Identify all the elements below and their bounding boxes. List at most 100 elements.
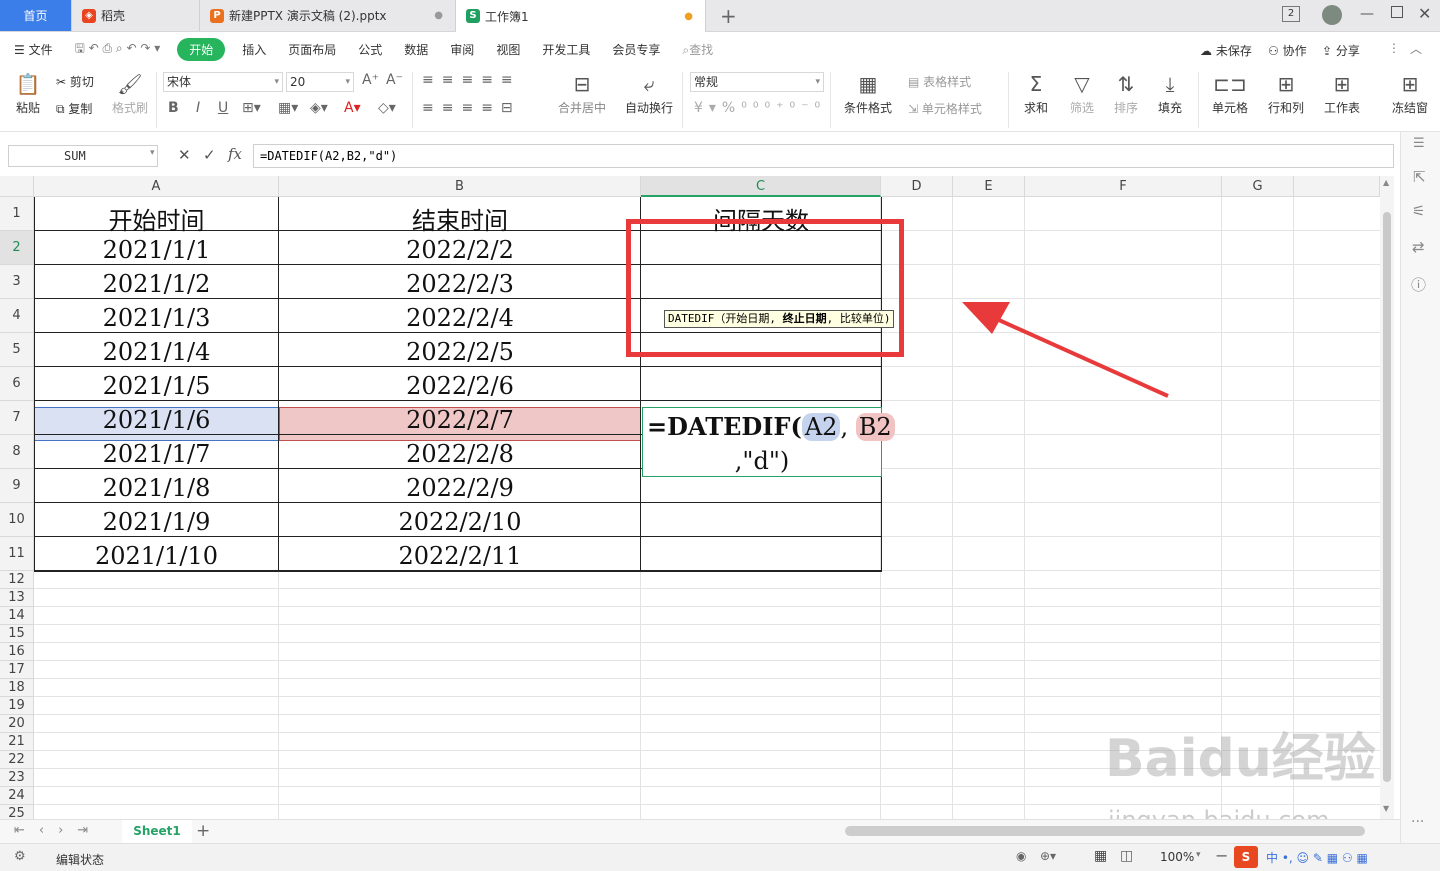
- menu-insert[interactable]: 插入: [231, 41, 277, 58]
- column-header-e[interactable]: E: [953, 176, 1025, 197]
- add-sheet-icon[interactable]: +: [196, 821, 210, 841]
- row-header[interactable]: 23: [0, 769, 34, 787]
- sheet-nav-icons[interactable]: ⇤‹›⇥: [14, 823, 102, 838]
- number-format-select[interactable]: 常规: [690, 72, 824, 92]
- avatar[interactable]: [1322, 5, 1342, 25]
- more-icon[interactable]: ⋮: [1388, 41, 1400, 55]
- align-top-icons[interactable]: ≡≡≡≡≡: [422, 72, 521, 88]
- tab-docer[interactable]: ◈ 稻壳: [72, 0, 200, 31]
- row-header[interactable]: 22: [0, 751, 34, 769]
- search-box[interactable]: ⌕查找: [671, 41, 724, 58]
- select-all-corner[interactable]: [0, 176, 34, 197]
- zoom-out-icon[interactable]: −: [1215, 846, 1228, 865]
- menu-page-layout[interactable]: 页面布局: [277, 41, 347, 58]
- row-header[interactable]: 14: [0, 607, 34, 625]
- restore-icon[interactable]: [1391, 6, 1403, 18]
- zoom-dropdown-icon[interactable]: ▾: [1196, 850, 1201, 860]
- close-tab-icon[interactable]: ●: [434, 10, 443, 21]
- menu-formula[interactable]: 公式: [347, 41, 393, 58]
- start-date-cell[interactable]: 2021/1/8: [34, 471, 279, 505]
- tab-pptx[interactable]: P 新建PPTX 演示文稿 (2).pptx ●: [200, 0, 456, 31]
- freeze-button[interactable]: ⊞ 冻结窗: [1386, 72, 1434, 116]
- copy-button[interactable]: ⧉ 复制: [56, 100, 92, 117]
- horizontal-scroll-thumb[interactable]: [845, 826, 1365, 836]
- scroll-up-icon[interactable]: ▲: [1383, 178, 1389, 187]
- row-header[interactable]: 24: [0, 787, 34, 805]
- italic-icon[interactable]: I: [196, 100, 200, 116]
- menu-data[interactable]: 数据: [393, 41, 439, 58]
- row-header[interactable]: 19: [0, 697, 34, 715]
- menu-start[interactable]: 开始: [177, 37, 226, 61]
- font-shrink-icon[interactable]: A⁻: [386, 72, 403, 88]
- conditional-format-button[interactable]: ▦ 条件格式: [838, 72, 898, 116]
- start-date-cell[interactable]: 2021/1/7: [34, 437, 279, 471]
- tab-workbook[interactable]: S 工作簿1 ●: [456, 0, 706, 32]
- row-header[interactable]: 4: [0, 299, 34, 333]
- column-header-c[interactable]: C: [641, 176, 881, 197]
- column-header-a[interactable]: A: [34, 176, 279, 197]
- row-header[interactable]: 21: [0, 733, 34, 751]
- cut-button[interactable]: ✂ 剪切: [56, 73, 94, 90]
- row-col-button[interactable]: ⊞ 行和列: [1262, 72, 1310, 116]
- row-header[interactable]: 8: [0, 435, 34, 469]
- column-header-h[interactable]: [1294, 176, 1380, 197]
- column-header-g[interactable]: G: [1222, 176, 1294, 197]
- end-date-cell[interactable]: 2022/2/8: [279, 437, 641, 471]
- select-pointer-icon[interactable]: ⇱: [1413, 168, 1426, 186]
- row-header[interactable]: 11: [0, 537, 34, 571]
- row-header[interactable]: 1: [0, 197, 34, 231]
- font-grow-icon[interactable]: A⁺: [362, 72, 379, 88]
- row-header[interactable]: 7: [0, 401, 34, 435]
- row-header[interactable]: 5: [0, 333, 34, 367]
- fx-icon[interactable]: fx: [228, 145, 242, 163]
- start-date-cell[interactable]: 2021/1/9: [34, 505, 279, 539]
- collab-button[interactable]: ⚇ 协作: [1268, 42, 1307, 59]
- end-date-cell[interactable]: 2022/2/9: [279, 471, 641, 505]
- border-icon[interactable]: ⊞▾: [242, 100, 261, 116]
- wrap-text-button[interactable]: ⤶ 自动换行: [622, 72, 676, 116]
- menu-developer[interactable]: 开发工具: [531, 41, 601, 58]
- eye-protect-icon[interactable]: ◉: [1016, 849, 1026, 863]
- worksheet-button[interactable]: ⊞ 工作表: [1318, 72, 1366, 116]
- align-horizontal-icons[interactable]: ≡≡≡≡⊟: [422, 100, 521, 116]
- sort-button[interactable]: ⇅ 排序: [1108, 72, 1144, 116]
- minimize-icon[interactable]: —: [1360, 6, 1374, 22]
- backup-icon[interactable]: ⇄: [1412, 238, 1425, 256]
- share-button[interactable]: ⇪ 分享: [1322, 42, 1360, 59]
- page-layout-view-icon[interactable]: ◫: [1120, 848, 1133, 864]
- menu-view[interactable]: 视图: [485, 41, 531, 58]
- table-header-cell[interactable]: 开始时间: [34, 201, 279, 235]
- menu-file[interactable]: ☰ 文件: [0, 41, 64, 58]
- fill-color-icon[interactable]: ◈▾: [310, 100, 328, 116]
- spreadsheet-grid[interactable]: A B C D E F G 1 2 3 4 5 6 7 8 9 10 11 12 13 14 15 16 17 1…: [0, 176, 1380, 819]
- start-date-cell[interactable]: 2021/1/6: [34, 403, 279, 437]
- view-mode-icon[interactable]: ⊕▾: [1040, 849, 1056, 863]
- row-header[interactable]: 9: [0, 469, 34, 503]
- end-date-cell[interactable]: 2022/2/4: [279, 301, 641, 335]
- start-date-cell[interactable]: 2021/1/1: [34, 233, 279, 267]
- bold-icon[interactable]: B: [168, 100, 179, 116]
- ime-toolbar-icons[interactable]: 中 •, ☺ ✎ ▦ ⚇ ▦: [1266, 849, 1368, 866]
- collapse-ribbon-icon[interactable]: ︿: [1410, 40, 1422, 57]
- help-icon[interactable]: ⓘ: [1411, 274, 1426, 295]
- normal-view-icon[interactable]: ▦: [1094, 848, 1107, 864]
- table-style-button[interactable]: ▤ 表格样式: [908, 73, 971, 90]
- zoom-level[interactable]: 100%: [1160, 850, 1194, 864]
- merge-center-button[interactable]: ⊟ 合并居中: [552, 72, 612, 116]
- end-date-cell[interactable]: 2022/2/7: [279, 403, 641, 437]
- row-header[interactable]: 16: [0, 643, 34, 661]
- row-header[interactable]: 2: [0, 231, 34, 265]
- end-date-cell[interactable]: 2022/2/5: [279, 335, 641, 369]
- menu-review[interactable]: 审阅: [439, 41, 485, 58]
- fill-button[interactable]: ⤓ 填充: [1152, 72, 1188, 116]
- tab-home[interactable]: 首页: [0, 0, 72, 31]
- start-date-cell[interactable]: 2021/1/2: [34, 267, 279, 301]
- cancel-icon[interactable]: ✕: [178, 146, 191, 164]
- end-date-cell[interactable]: 2022/2/11: [279, 539, 641, 573]
- cell-style-button[interactable]: ⇲ 单元格样式: [908, 100, 982, 117]
- font-name-select[interactable]: 宋体: [163, 72, 283, 92]
- filter-button[interactable]: ▽ 筛选: [1064, 72, 1100, 116]
- row-header[interactable]: 17: [0, 661, 34, 679]
- row-header[interactable]: 18: [0, 679, 34, 697]
- row-header[interactable]: 20: [0, 715, 34, 733]
